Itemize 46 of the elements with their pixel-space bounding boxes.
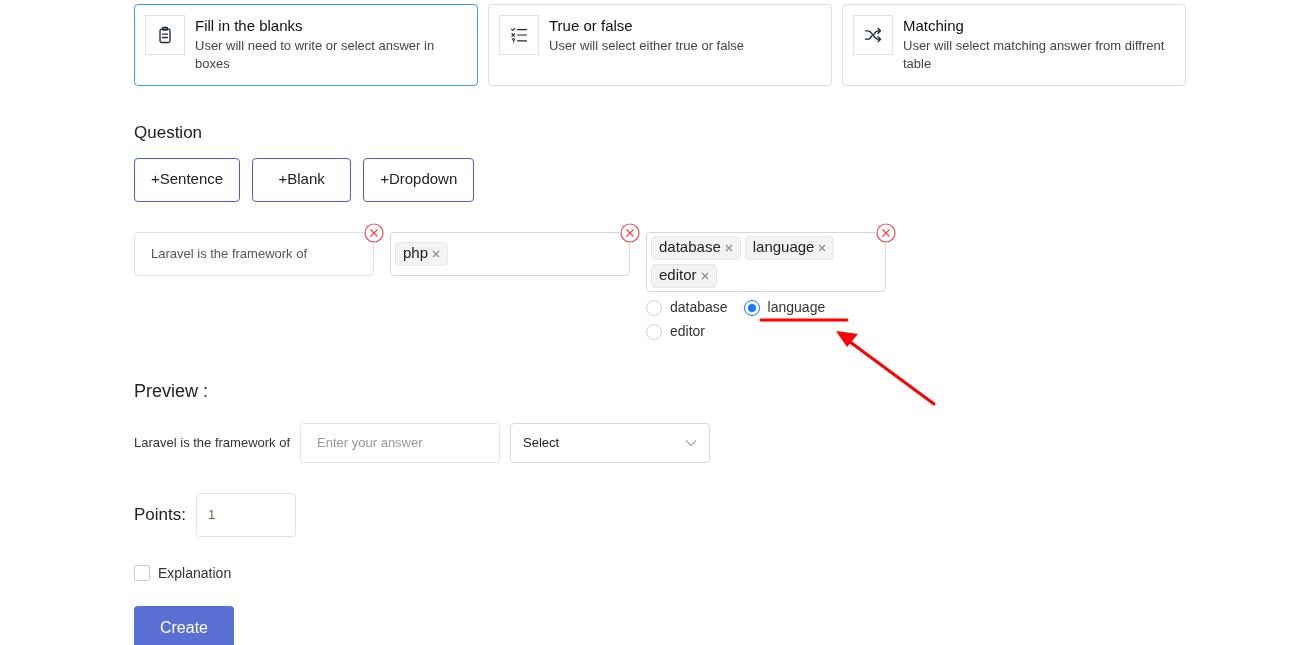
- radio-option[interactable]: editor: [646, 321, 706, 342]
- preview-sentence: Laravel is the framework of: [134, 433, 291, 452]
- checkbox[interactable]: [134, 565, 150, 581]
- section-heading: Question: [134, 122, 204, 144]
- tag-label: php: [403, 243, 429, 264]
- tag-remove-icon[interactable]: [700, 271, 709, 280]
- add-button[interactable]: +Dropdown: [363, 157, 475, 202]
- remove-icon[interactable]: [620, 222, 640, 243]
- remove-icon[interactable]: [364, 222, 384, 243]
- select-dropdown[interactable]: Select: [510, 422, 711, 463]
- answer-input[interactable]: Enter your answer: [300, 422, 501, 463]
- card-title: Matching: [903, 16, 965, 36]
- card-title: True or false: [549, 16, 634, 36]
- question-type-card[interactable]: Fill in the blanks User will need to write or select answer in boxes: [134, 4, 478, 86]
- tag-label: database: [659, 237, 721, 258]
- shuffle-icon: [863, 25, 883, 45]
- add-button[interactable]: +Sentence: [134, 157, 241, 202]
- points-label: Points:: [134, 503, 186, 526]
- points-input[interactable]: 1: [196, 492, 296, 537]
- radio-label: database: [670, 298, 728, 317]
- section-heading: Preview :: [134, 379, 210, 403]
- tag-label: editor: [659, 265, 697, 286]
- checkbox-label: Explanation: [158, 563, 232, 583]
- create-button[interactable]: Create: [134, 605, 234, 645]
- select-value: Select: [523, 433, 560, 452]
- option-tags-field[interactable]: database language editor: [646, 231, 886, 292]
- card-description: User will select either true or false: [549, 37, 745, 55]
- radio-label: language: [767, 298, 826, 317]
- remove-icon[interactable]: [876, 222, 896, 243]
- radio-label: editor: [670, 322, 706, 341]
- add-button[interactable]: +Blank: [252, 157, 352, 202]
- sentence-field[interactable]: Laravel is the framework of: [134, 231, 374, 276]
- card-description: User will need to write or select answer in boxes: [195, 37, 436, 73]
- card-description: User will select matching answer from diffrent table: [903, 37, 1166, 73]
- tag-label: language: [752, 237, 815, 258]
- question-type-card[interactable]: True or false User will select either true or false: [488, 4, 832, 86]
- chevron-down-icon: [685, 438, 698, 447]
- question-type-card[interactable]: Matching User will select matching answer from diffrent table: [842, 4, 1186, 86]
- radio-option[interactable]: database: [646, 297, 728, 318]
- answer-tags-field[interactable]: php: [390, 231, 630, 276]
- checklist-icon: [509, 25, 529, 45]
- card-title: Fill in the blanks: [195, 16, 304, 36]
- tag-remove-icon[interactable]: [432, 249, 441, 258]
- tag-remove-icon[interactable]: [818, 243, 827, 252]
- tag-remove-icon[interactable]: [724, 243, 733, 252]
- radio-option[interactable]: language: [743, 297, 826, 318]
